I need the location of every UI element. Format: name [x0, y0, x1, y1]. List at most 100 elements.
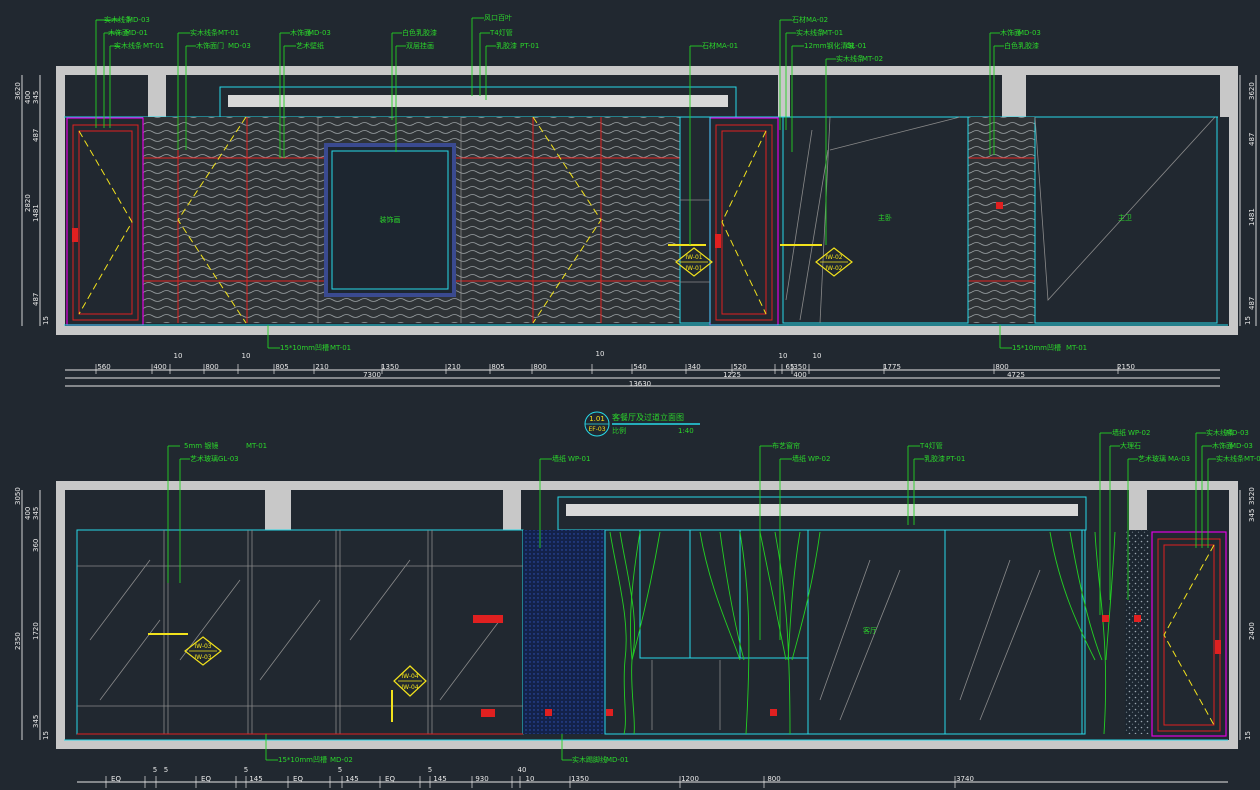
svg-text:1720: 1720 [32, 622, 40, 640]
svg-text:4725: 4725 [1007, 371, 1025, 379]
svg-text:MD-03: MD-03 [1230, 442, 1253, 450]
callout: 艺术玻璃 MA-03 [1138, 454, 1190, 463]
cad-elevation-drawing: 装饰画 主卧 主卫 IW-01 IW-01 IW-02 IW-02 实木线条MD… [14, 13, 1260, 788]
svg-text:15: 15 [1244, 316, 1252, 325]
svg-text:实木线条: 实木线条 [836, 54, 864, 63]
dimension-value: 210 [315, 363, 328, 371]
room-label: 客厅 [863, 626, 877, 635]
svg-text:石材: 石材 [792, 15, 806, 24]
upper-beam [1002, 75, 1026, 117]
svg-text:15*10mm凹槽: 15*10mm凹槽 [278, 755, 327, 764]
dimension-value: 400 [153, 363, 166, 371]
wallpaper-panel [523, 530, 605, 734]
dimension-value: 5 [153, 766, 157, 774]
upper-floor-slab [56, 326, 1238, 335]
upper-beam [1220, 75, 1229, 117]
room-label: 主卧 [878, 213, 892, 222]
elevation-tag: IW-02 IW-02 [780, 244, 853, 277]
svg-text:MD-03: MD-03 [308, 29, 331, 37]
svg-text:MT-01: MT-01 [1066, 344, 1087, 352]
lower-left-dims: 3050 400 345 360 2350 1720 345 15 [14, 487, 50, 740]
ceiling-light-strip [228, 95, 728, 107]
svg-text:MA-03: MA-03 [1168, 455, 1190, 463]
svg-text:艺术玻璃: 艺术玻璃 [190, 454, 218, 463]
drawing-title-block: 1.01 EF-03 客餐厅及过道立面图 比例 1:40 [584, 411, 700, 437]
dimension-value: 1775 [883, 363, 901, 371]
dimension-value: 805 [491, 363, 504, 371]
svg-text:PT-01: PT-01 [946, 455, 965, 463]
svg-text:木饰面门: 木饰面门 [196, 41, 224, 50]
svg-text:2350: 2350 [14, 632, 22, 650]
svg-text:2820: 2820 [24, 194, 32, 212]
svg-text:实木踢脚线: 实木踢脚线 [572, 755, 607, 764]
callout: 15*10mm凹槽 MT-01 [1012, 343, 1087, 352]
svg-text:MT-01: MT-01 [143, 42, 164, 50]
callout: 墙纸 WP-02 [1112, 428, 1150, 437]
svg-text:T4灯管: T4灯管 [489, 28, 513, 37]
svg-text:MT-01: MT-01 [246, 442, 267, 450]
svg-text:400: 400 [24, 91, 32, 104]
dimension-value: 1200 [681, 775, 699, 783]
svg-text:墙纸: 墙纸 [792, 454, 806, 463]
tag-bottom: IW-02 [825, 265, 842, 272]
dimension-value: 560 [97, 363, 110, 371]
dimension-value: 2150 [1117, 363, 1135, 371]
svg-text:白色乳胶漆: 白色乳胶漆 [402, 28, 437, 37]
callout: 石材 MA-02 [792, 15, 828, 24]
callout: 墙纸 WP-01 [552, 454, 590, 463]
svg-text:5mm 银镜: 5mm 银镜 [184, 441, 218, 450]
title-number: 1.01 [589, 415, 605, 423]
svg-text:7300: 7300 [363, 371, 381, 379]
callout: 布艺窗帘 [772, 441, 800, 450]
callout: 15*10mm凹槽 MD-02 [278, 755, 353, 764]
dimension-value: 5 [244, 766, 248, 774]
svg-text:487: 487 [32, 293, 40, 306]
svg-text:布艺窗帘: 布艺窗帘 [772, 441, 800, 450]
svg-text:345: 345 [32, 91, 40, 104]
callout: 大理石 [1120, 441, 1141, 450]
tag-top: IW-03 [194, 643, 211, 650]
elevation-tag: IW-03 IW-03 [148, 633, 222, 666]
elevation-tag: IW-04 IW-04 [391, 665, 427, 722]
lower-right-wall [1229, 481, 1238, 749]
dimension-value: 800 [205, 363, 218, 371]
dimension-value: 10 [242, 352, 251, 360]
callout: 实木线条MD-03 [104, 15, 150, 24]
window-wall [604, 529, 1086, 735]
lower-dim-row1: EQ5 5EQ5145 EQ5145 EQ5145 9304010 1350 1200 800… [105, 766, 974, 788]
callout: 木饰面MD-03 [1212, 441, 1253, 450]
svg-text:MD-03: MD-03 [1226, 429, 1249, 437]
dimension-value: 1350 [381, 363, 399, 371]
svg-text:墙纸: 墙纸 [552, 454, 566, 463]
svg-text:3520: 3520 [1248, 487, 1256, 505]
svg-text:GL-03: GL-03 [218, 455, 239, 463]
svg-text:T4灯管: T4灯管 [919, 441, 943, 450]
dimension-value: EQ [201, 775, 211, 783]
callout: 实木踢脚线 MD-01 [572, 755, 629, 764]
callout: 实木线条MT-01 [114, 41, 164, 50]
tag-bottom: IW-04 [401, 684, 418, 691]
upper-right-dims: 3620 487 1481 487 15 [1244, 82, 1256, 325]
dimension-value: 10 [174, 352, 183, 360]
svg-text:400: 400 [24, 507, 32, 520]
upper-left-wall [56, 66, 65, 335]
callout: 实木线条MT-02 [836, 54, 883, 63]
title-text: 客餐厅及过道立面图 [612, 412, 684, 422]
dimension-value: 540 [633, 363, 646, 371]
tag-top: IW-02 [825, 254, 842, 261]
svg-text:MD-02: MD-02 [330, 756, 353, 764]
callout: 乳胶漆 PT-01 [924, 454, 965, 463]
painting-label: 装饰画 [380, 215, 401, 224]
lower-right-dims: 3520 345 2400 15 [1244, 487, 1256, 740]
dimension-value: 210 [447, 363, 460, 371]
svg-text:1481: 1481 [1248, 208, 1256, 226]
dimension-value: 5 [428, 766, 432, 774]
callout: 5mm 银镜 MT-01 [184, 441, 267, 450]
dimension-value: 800 [533, 363, 546, 371]
lower-beam [1129, 490, 1147, 530]
dimension-value: 10 [779, 352, 788, 360]
dimension-value: EQ [385, 775, 395, 783]
dimension-value: 10 [526, 775, 535, 783]
dimension-value: 800 [767, 775, 780, 783]
tag-top: IW-01 [685, 254, 702, 261]
